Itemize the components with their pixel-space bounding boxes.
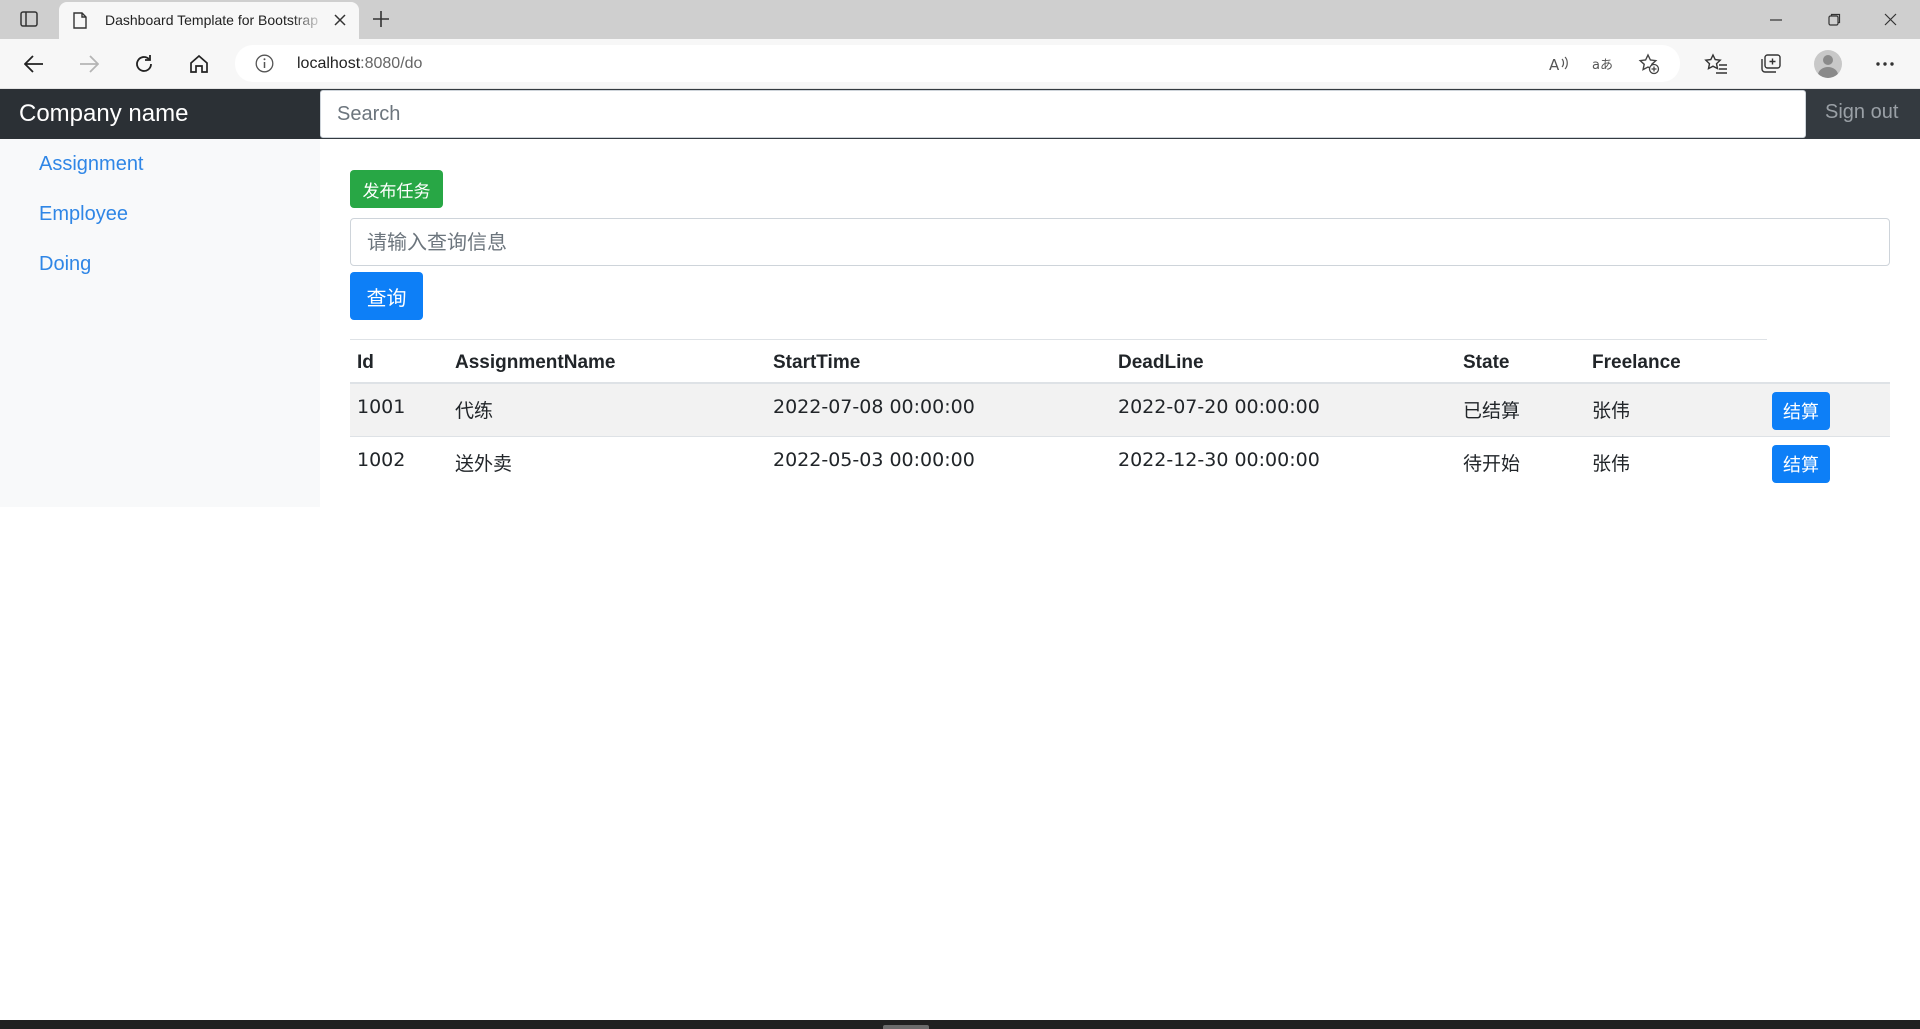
url-text: localhost:8080/do (297, 55, 422, 73)
more-menu-icon[interactable] (1872, 51, 1898, 77)
cell-id: 1001 (357, 396, 406, 418)
taskbar (0, 1020, 1920, 1029)
column-header-deadline: DeadLine (1118, 352, 1204, 373)
refresh-icon[interactable] (130, 50, 158, 78)
minimize-icon[interactable] (1748, 0, 1804, 39)
site-info-icon[interactable] (255, 54, 274, 78)
close-window-icon[interactable] (1862, 0, 1918, 39)
browser-toolbar: localhost:8080/do A aあ (0, 39, 1920, 89)
cell-freelance: 张伟 (1592, 400, 1631, 422)
sidebar-item-assignment[interactable]: Assignment (39, 153, 144, 176)
cell-assignment-name: 送外卖 (455, 453, 513, 475)
column-header-freelance: Freelance (1592, 352, 1681, 373)
browser-tab[interactable]: Dashboard Template for Bootstrap (59, 2, 359, 39)
query-input[interactable] (350, 218, 1890, 266)
address-bar[interactable]: localhost:8080/do A aあ (235, 45, 1680, 82)
svg-text:aあ: aあ (1592, 58, 1613, 73)
navbar-search-input[interactable] (320, 90, 1806, 138)
forward-icon[interactable] (75, 50, 103, 78)
close-tab-icon[interactable] (331, 11, 349, 29)
read-aloud-icon[interactable]: A (1548, 53, 1570, 75)
cell-state: 已结算 (1463, 400, 1521, 422)
cell-assignment-name: 代练 (455, 400, 494, 422)
browser-tab-strip: Dashboard Template for Bootstrap (0, 0, 1920, 39)
restore-icon[interactable] (1806, 0, 1862, 39)
column-header-start-time: StartTime (773, 352, 861, 373)
settle-button[interactable]: 结算 (1772, 392, 1830, 430)
cell-state: 待开始 (1463, 453, 1521, 475)
table-header: Id AssignmentName StartTime DeadLine Sta… (350, 340, 1890, 384)
collections-icon[interactable] (1758, 51, 1784, 77)
home-icon[interactable] (185, 50, 213, 78)
publish-task-button[interactable]: 发布任务 (350, 170, 443, 208)
url-path: :8080/do (360, 55, 423, 72)
column-header-id: Id (357, 352, 374, 373)
profile-avatar[interactable] (1814, 50, 1842, 78)
favorites-icon[interactable] (1703, 51, 1729, 77)
settle-button[interactable]: 结算 (1772, 445, 1830, 483)
translate-icon[interactable]: aあ (1592, 53, 1614, 75)
sign-out-link[interactable]: Sign out (1825, 101, 1898, 124)
cell-id: 1002 (357, 449, 406, 471)
column-header-assignment-name: AssignmentName (455, 352, 616, 373)
back-icon[interactable] (20, 50, 48, 78)
svg-text:A: A (1549, 56, 1560, 74)
sidebar-item-doing[interactable]: Doing (39, 253, 91, 276)
sidebar: Assignment Employee Doing (0, 139, 320, 507)
url-host: localhost (297, 55, 361, 72)
table-row: 1002 送外卖 2022-05-03 00:00:00 2022-12-30 … (350, 436, 1890, 488)
page-icon (73, 12, 87, 34)
table-row: 1001 代练 2022-07-08 00:00:00 2022-07-20 0… (350, 384, 1890, 436)
cell-deadline: 2022-12-30 00:00:00 (1118, 449, 1320, 471)
cell-freelance: 张伟 (1592, 453, 1631, 475)
app-navbar: Company name Sign out (0, 89, 1920, 139)
brand-name[interactable]: Company name (0, 89, 320, 139)
query-button[interactable]: 查询 (350, 272, 423, 320)
cell-start-time: 2022-07-08 00:00:00 (773, 396, 975, 418)
new-tab-icon[interactable] (370, 8, 392, 30)
tab-title: Dashboard Template for Bootstrap (105, 12, 318, 28)
column-header-state: State (1463, 352, 1510, 373)
sidebar-item-employee[interactable]: Employee (39, 203, 128, 226)
taskbar-handle[interactable] (883, 1025, 929, 1029)
cell-start-time: 2022-05-03 00:00:00 (773, 449, 975, 471)
tab-actions-icon[interactable] (18, 9, 40, 29)
cell-deadline: 2022-07-20 00:00:00 (1118, 396, 1320, 418)
add-favorite-icon[interactable] (1638, 53, 1660, 75)
